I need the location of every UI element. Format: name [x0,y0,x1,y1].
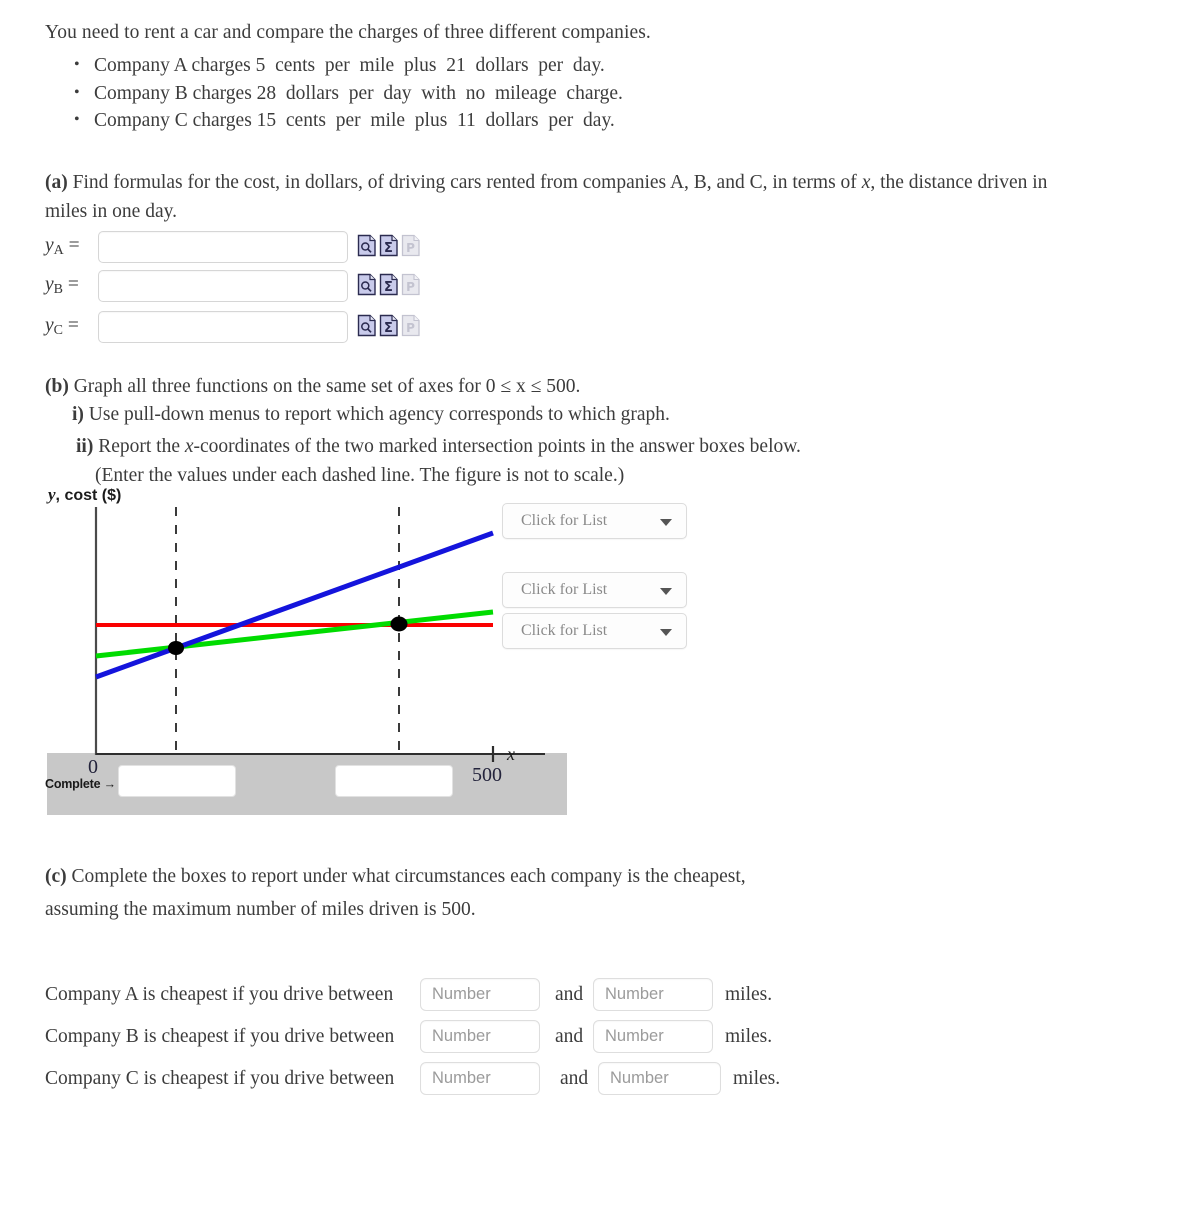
preview-doc-icon[interactable] [357,314,377,337]
graph-series-select-3-value: Click for List [521,622,608,639]
company-b-high-placeholder: Number [605,1027,664,1045]
company-charges-list: Company A charges 5 cents per mile plus … [60,51,623,135]
graph-series-select-3[interactable]: Click for List [502,613,687,649]
intersection-x-2-input[interactable] [335,765,453,797]
part-b-line2: i) Use pull-down menus to report which a… [72,400,670,429]
list-item: Company A charges 5 cents per mile plus … [74,51,623,80]
disabled-doc-icon: P [401,314,420,337]
company-a-miles-label: miles. [725,984,773,1005]
part-c-line1-text: Complete the boxes to report under what … [71,866,746,887]
part-a-marker: (a) [45,172,68,193]
company-b-cheapest-text: Company B is cheapest if you drive betwe… [45,1026,395,1047]
part-b-marker: (b) [45,376,69,397]
sigma-doc-icon[interactable]: Σ [379,273,399,296]
svg-text:Σ: Σ [384,321,393,336]
svg-text:P: P [406,241,415,255]
company-a-cheapest-text: Company A is cheapest if you drive betwe… [45,984,394,1005]
company-a-and-label: and [555,984,584,1005]
graph-series-select-2[interactable]: Click for List [502,572,687,608]
intersection-x-1-input[interactable] [118,765,236,797]
svg-text:P: P [406,280,415,294]
answer-label-c: yC = [45,315,79,338]
company-b-miles-label: miles. [725,1026,773,1047]
answer-label-b: yB = [45,274,79,297]
company-a-low-input[interactable]: Number [420,978,540,1011]
part-c-line1: (c) Complete the boxes to report under w… [45,862,746,891]
green-line [95,609,494,659]
part-b-line2-text: Use pull-down menus to report which agen… [88,404,670,425]
complete-label: Complete → [45,777,116,791]
editor-icons-a: Σ P [357,234,421,257]
part-c-line2: assuming the maximum number of miles dri… [45,899,476,920]
formula-input-b[interactable] [98,270,348,302]
part-a-prompt-line1: Find formulas for the cost, in dollars, … [67,172,1048,193]
company-c-and-label: and [560,1068,589,1089]
editor-icons-b: Σ P [357,273,421,296]
graph-figure: y, cost ($) x 0 500 Complete → [45,485,575,820]
list-item: Company B charges 28 dollars per day wit… [74,79,623,108]
part-a-prompt-line2: miles in one day. [45,201,177,222]
company-a-high-input[interactable]: Number [593,978,713,1011]
graph-series-select-1-value: Click for List [521,512,608,529]
preview-doc-icon[interactable] [357,273,377,296]
company-a-low-placeholder: Number [432,985,491,1003]
chevron-down-icon [660,629,672,636]
company-b-low-placeholder: Number [432,1027,491,1045]
preview-doc-icon[interactable] [357,234,377,257]
company-c-low-placeholder: Number [432,1069,491,1087]
graph-series-select-2-value: Click for List [521,581,608,598]
svg-text:Σ: Σ [384,280,393,295]
intersection-dot-1 [168,641,184,655]
company-c-high-input[interactable]: Number [598,1062,721,1095]
disabled-doc-icon: P [401,234,420,257]
sigma-doc-icon[interactable]: Σ [379,234,399,257]
company-b-and-label: and [555,1026,584,1047]
chevron-down-icon [660,519,672,526]
company-b-high-input[interactable]: Number [593,1020,713,1053]
intro-text: You need to rent a car and compare the c… [45,22,651,43]
company-c-miles-label: miles. [733,1068,781,1089]
list-item: Company C charges 15 cents per mile plus… [74,106,623,135]
part-b-line1-text: Graph all three functions on the same se… [73,376,581,397]
chevron-down-icon [660,588,672,595]
sigma-doc-icon[interactable]: Σ [379,314,399,337]
company-b-low-input[interactable]: Number [420,1020,540,1053]
part-b-line3: ii) Report the x-coordinates of the two … [76,432,801,461]
part-b-ii-marker: ii) [76,436,94,457]
company-b-cheapest-row: Company B is cheapest if you drive betwe… [45,1020,845,1056]
part-b-line1: (b) Graph all three functions on the sam… [45,372,580,401]
company-a-high-placeholder: Number [605,985,664,1003]
x-axis-label: x [506,744,515,764]
company-c-low-input[interactable]: Number [420,1062,540,1095]
company-c-cheapest-text: Company C is cheapest if you drive betwe… [45,1068,395,1089]
part-a-prompt: (a) Find formulas for the cost, in dolla… [45,168,1095,226]
question-page: You need to rent a car and compare the c… [0,0,1200,1135]
editor-icons-c: Σ P [357,314,421,337]
formula-input-a[interactable] [98,231,348,263]
graph-series-select-1[interactable]: Click for List [502,503,687,539]
part-b-line3-text: Report the x-coordinates of the two mark… [98,436,801,457]
part-b-i-marker: i) [72,404,84,425]
part-c-marker: (c) [45,866,67,887]
answer-label-a: yA = [45,235,80,258]
svg-text:Σ: Σ [384,241,393,256]
intersection-dot-2 [390,616,408,632]
svg-text:P: P [406,321,415,335]
company-c-high-placeholder: Number [610,1069,669,1087]
disabled-doc-icon: P [401,273,420,296]
formula-input-c[interactable] [98,311,348,343]
company-c-cheapest-row: Company C is cheapest if you drive betwe… [45,1062,845,1098]
blue-line [95,530,494,680]
x-tick-label-500: 500 [472,764,502,786]
x-tick-label-0: 0 [88,756,98,778]
company-a-cheapest-row: Company A is cheapest if you drive betwe… [45,978,845,1014]
